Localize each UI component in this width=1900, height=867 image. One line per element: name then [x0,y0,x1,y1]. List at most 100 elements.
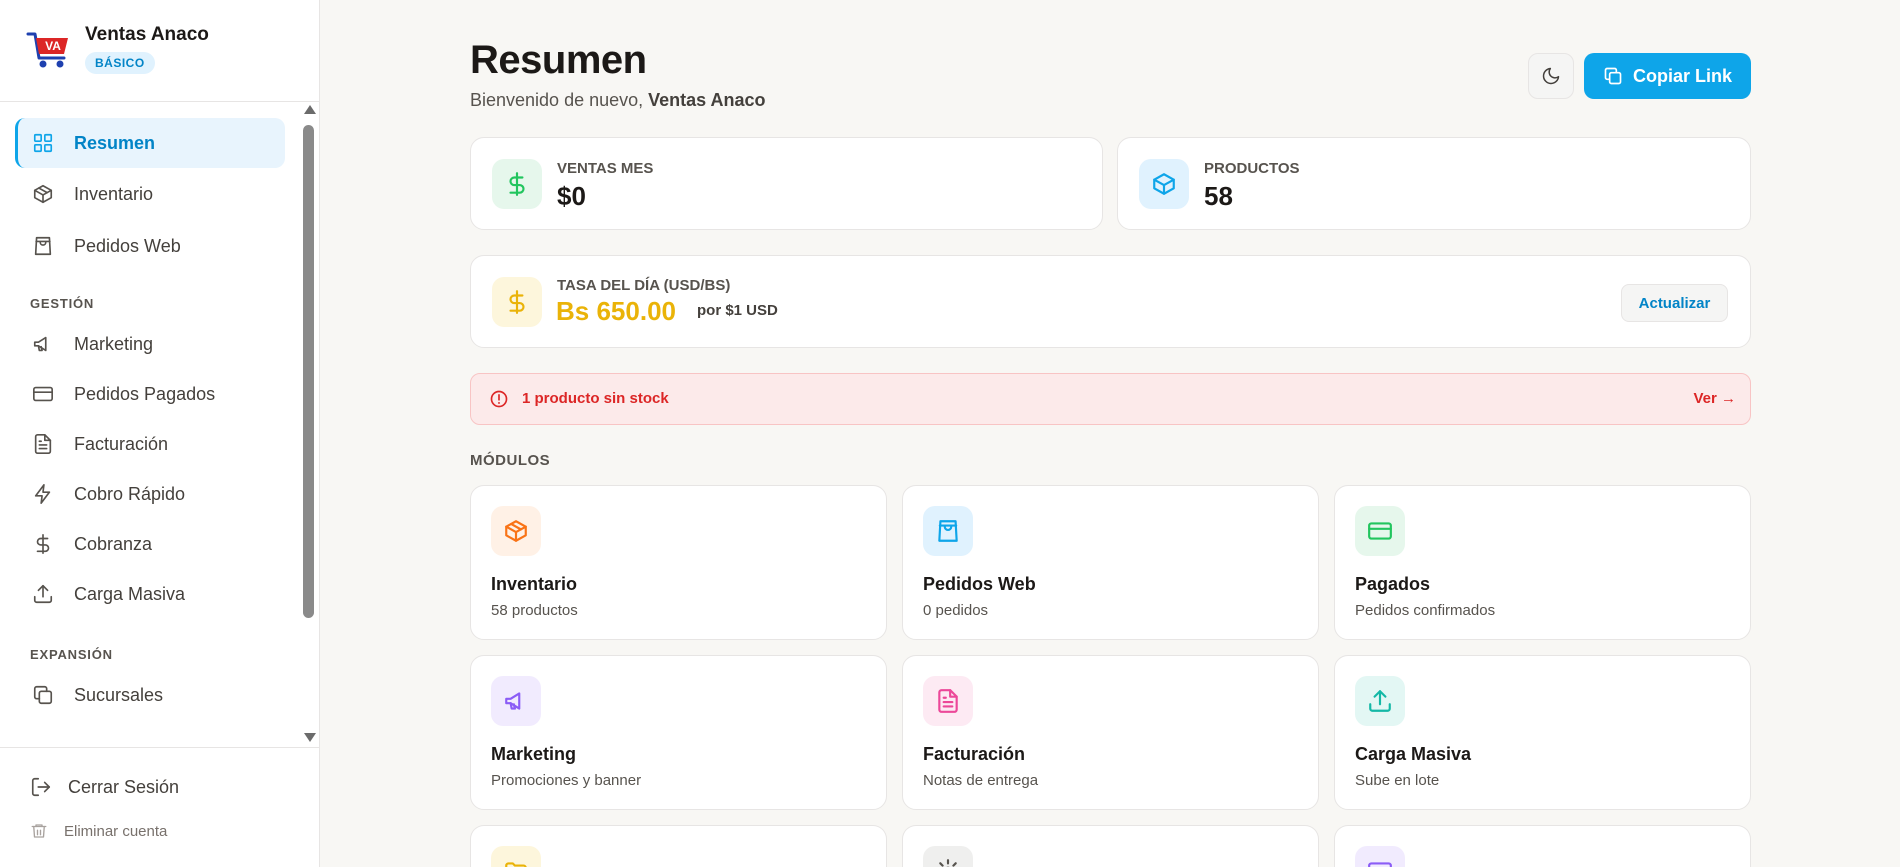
modules-section-label: MÓDULOS [470,452,551,469]
copy-icon [32,684,54,706]
module-title: Marketing [491,744,577,764]
rate-unit: por $1 USD [697,302,778,319]
sidebar-item-pedidos-pagados[interactable]: Pedidos Pagados [15,369,285,419]
sidebar-item-label: Cobro Rápido [74,483,186,504]
rate-label: TASA DEL DÍA (USD/BS) [557,277,731,294]
sidebar-footer: Cerrar Sesión Eliminar cuenta [0,747,319,867]
welcome-name: Ventas Anaco [648,90,766,110]
welcome-prefix: Bienvenido de nuevo, [470,90,644,110]
delete-account-label: Eliminar cuenta [64,822,168,840]
sidebar-item-label: Resumen [74,132,156,153]
module-title: Inventario [491,574,578,594]
stock-alert: 1 producto sin stock Ver → [470,373,1751,425]
module-card-partial[interactable] [470,825,887,867]
sidebar-item-pedidos-web[interactable]: Pedidos Web [15,221,285,271]
moon-icon [1541,66,1561,86]
zap-icon [32,483,54,505]
sidebar-item-label: Carga Masiva [74,583,186,604]
module-card-facturacion[interactable]: Facturación Notas de entrega [902,655,1319,810]
sales-stat-card: VENTAS MES $0 [470,137,1103,230]
module-subtitle: Notas de entrega [923,772,1039,789]
sidebar-item-label: Marketing [74,333,154,354]
module-card-partial[interactable] [1334,825,1751,867]
sidebar-item-marketing[interactable]: Marketing [15,319,285,369]
module-subtitle: Promociones y banner [491,772,642,789]
sidebar-item-resumen[interactable]: Resumen [15,118,285,168]
shopping-bag-icon [32,235,54,257]
module-subtitle: Pedidos confirmados [1355,602,1496,619]
trash-icon [30,822,48,840]
copy-link-button[interactable]: Copiar Link [1584,53,1751,99]
store-name: Ventas Anaco [85,24,209,45]
sidebar-item-facturacion[interactable]: Facturación [15,419,285,469]
sidebar-item-carga-masiva[interactable]: Carga Masiva [15,569,285,619]
logout-button[interactable]: Cerrar Sesión [30,776,179,798]
megaphone-icon [32,333,54,355]
copy-icon [1603,66,1633,86]
module-card-carga-masiva[interactable]: Carga Masiva Sube en lote [1334,655,1751,810]
box-icon [1139,159,1189,209]
module-subtitle: 0 pedidos [923,602,989,619]
sidebar-scrollbar[interactable] [301,103,317,746]
module-title: Carga Masiva [1355,744,1472,764]
dollar-icon [32,533,54,555]
sidebar-item-inventario[interactable]: Inventario [15,169,285,219]
sidebar-item-label: Pedidos Web [74,235,181,256]
module-card-inventario[interactable]: Inventario 58 productos [470,485,887,640]
sidebar-item-label: Cobranza [74,533,153,554]
module-card-marketing[interactable]: Marketing Promociones y banner [470,655,887,810]
module-card-pagados[interactable]: Pagados Pedidos confirmados [1334,485,1751,640]
scroll-up-arrow[interactable] [304,105,316,114]
plan-badge: BÁSICO [85,52,155,74]
welcome-text: Bienvenido de nuevo, Ventas Anaco [470,90,766,111]
dollar-icon [492,277,542,327]
module-title: Pagados [1355,574,1431,594]
theme-toggle-button[interactable] [1528,53,1574,99]
dollar-icon [492,159,542,209]
scroll-thumb[interactable] [303,125,314,618]
upload-icon [1355,676,1405,726]
section-label-gestion: GESTIÓN [30,296,95,311]
sidebar-item-label: Pedidos Pagados [74,383,216,404]
megaphone-icon [491,676,541,726]
module-card-pedidos-web[interactable]: Pedidos Web 0 pedidos [902,485,1319,640]
sidebar-item-cobro-rapido[interactable]: Cobro Rápido [15,469,285,519]
shopping-bag-icon [923,506,973,556]
stat-value: $0 [557,181,586,211]
copy-link-label: Copiar Link [1632,65,1732,86]
section-label-expansion: EXPANSIÓN [30,647,113,662]
credit-card-icon [1355,506,1405,556]
scroll-down-arrow[interactable] [304,733,316,742]
delete-account-button[interactable]: Eliminar cuenta [30,822,167,840]
folder-icon [491,846,541,867]
box-icon [491,506,541,556]
alert-text: 1 producto sin stock [522,390,669,407]
sidebar-item-cobranza[interactable]: Cobranza [15,519,285,569]
grid-icon [32,132,54,154]
exchange-rate-card: TASA DEL DÍA (USD/BS) Bs 650.00 por $1 U… [470,255,1751,348]
stat-label: PRODUCTOS [1204,160,1300,177]
store-logo: VA [26,28,72,70]
gear-icon [923,846,973,867]
box-icon [32,183,54,205]
module-card-partial[interactable] [902,825,1319,867]
alert-circle-icon [489,389,509,414]
page-title: Resumen [470,38,647,82]
sidebar-item-label: Sucursales [74,684,164,705]
card-icon [1355,846,1405,867]
products-stat-card: PRODUCTOS 58 [1117,137,1751,230]
module-subtitle: Sube en lote [1355,772,1440,789]
update-rate-button[interactable]: Actualizar [1621,284,1728,322]
sidebar-item-label: Facturación [74,433,169,454]
module-title: Pedidos Web [923,574,1036,594]
stat-label: VENTAS MES [557,160,654,177]
credit-card-icon [32,383,54,405]
alert-view-link[interactable]: Ver → [1693,390,1736,407]
logout-icon [30,776,52,798]
sidebar-item-label: Inventario [74,183,154,204]
logout-label: Cerrar Sesión [68,776,180,797]
upload-icon [32,583,54,605]
sidebar-item-sucursales[interactable]: Sucursales [15,670,285,720]
sidebar-nav: Resumen Inventario Pedidos Web GESTIÓN M… [0,103,319,746]
file-text-icon [923,676,973,726]
